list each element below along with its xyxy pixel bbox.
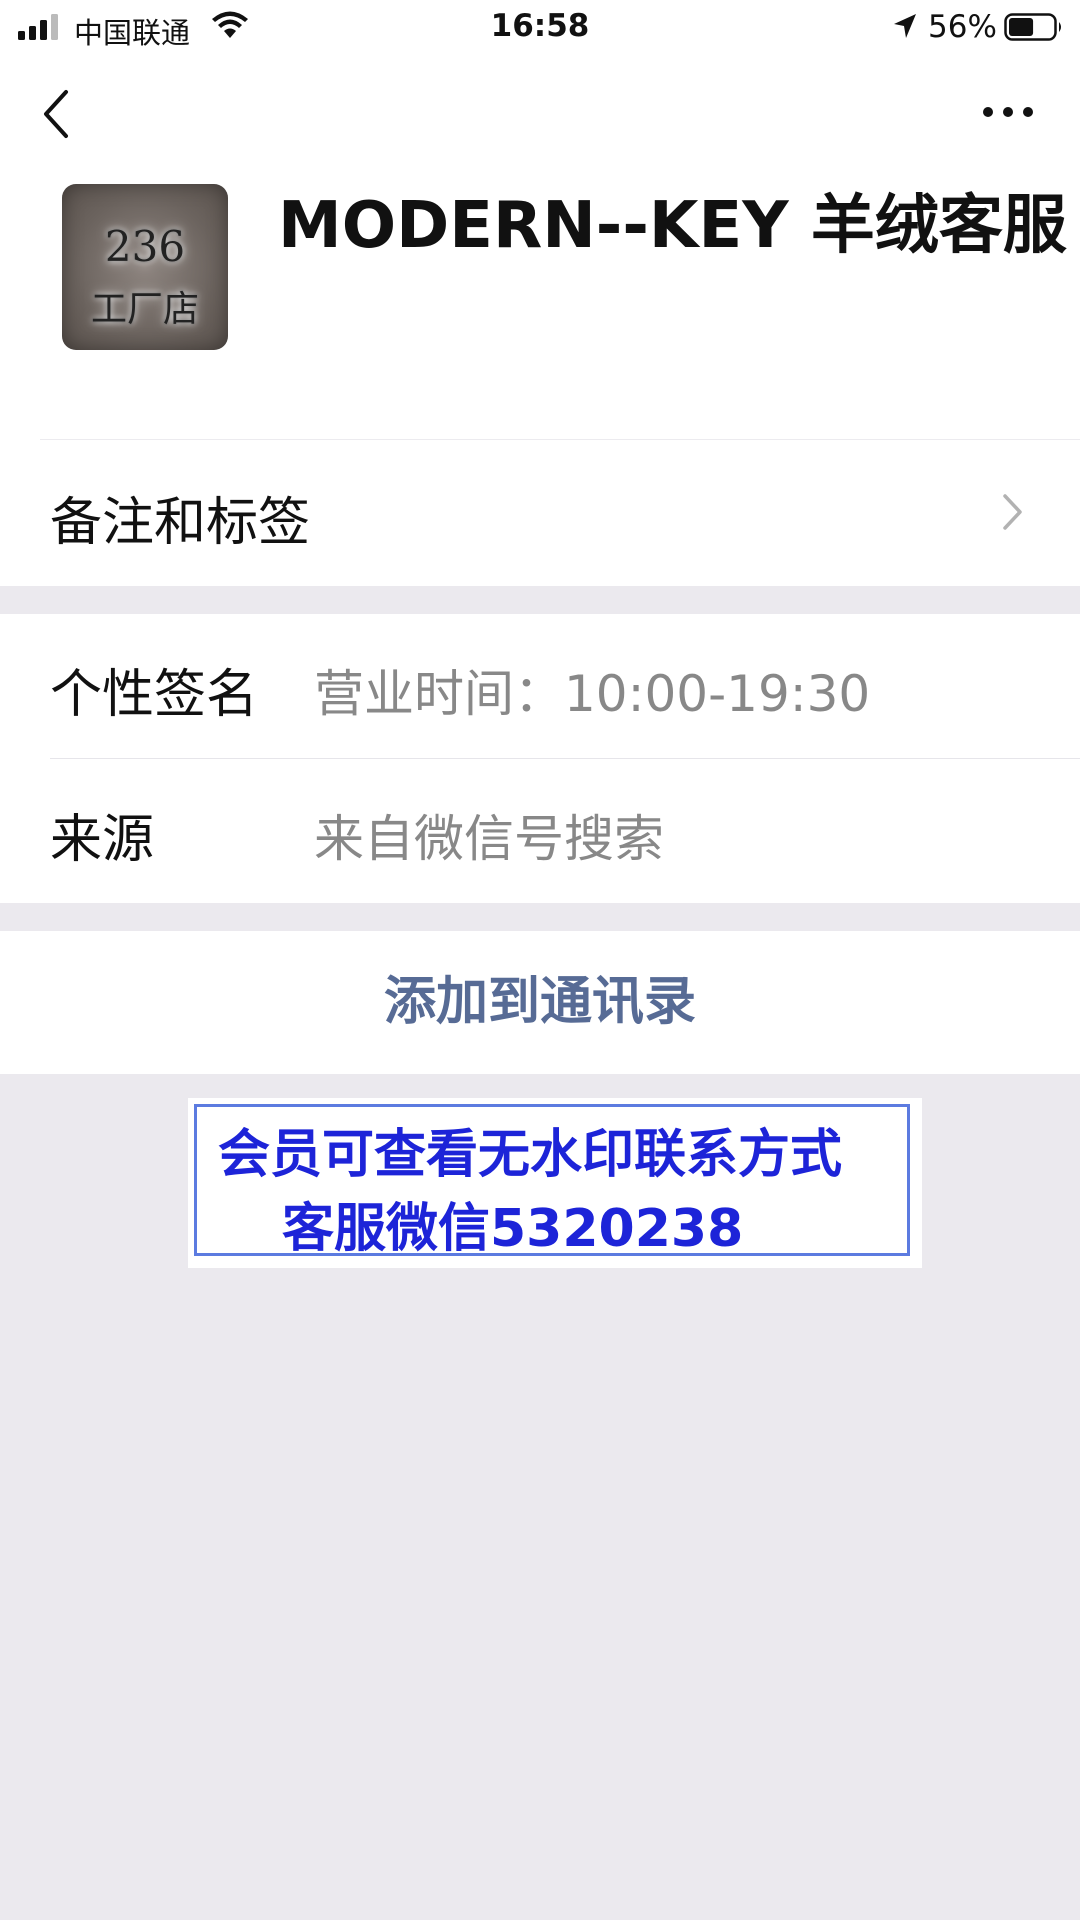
more-dots-icon[interactable] [980, 100, 1036, 124]
battery-icon [1004, 13, 1061, 41]
status-bar: 中国联通 16:58 56% [0, 0, 1080, 56]
source-row: 来源 来自微信号搜索 [0, 759, 1080, 903]
signature-row: 个性签名 营业时间：10:00-19:30 [0, 614, 1080, 759]
avatar-text-number: 236 [104, 222, 186, 271]
add-to-contacts-button[interactable]: 添加到通讯录 [0, 931, 1080, 1074]
chevron-left-icon[interactable] [38, 86, 74, 142]
source-value: 来自微信号搜索 [314, 810, 664, 868]
source-label: 来源 [50, 810, 155, 870]
avatar-text-store: 工厂店 [90, 289, 199, 330]
clock-time: 16:58 [490, 8, 590, 44]
signature-label: 个性签名 [50, 665, 259, 725]
remarks-and-tags-row[interactable]: 备注和标签 [0, 440, 1080, 586]
watermark-banner-line1: 会员可查看无水印联系方式 [218, 1125, 843, 1185]
avatar[interactable]: 236 工厂店 [62, 184, 228, 350]
watermark-banner: 会员可查看无水印联系方式 客服微信5320238 [188, 1098, 922, 1268]
profile-info-section: 个性签名 营业时间：10:00-19:30 来源 来自微信号搜索 [0, 614, 1080, 903]
contact-name: MODERN--KEY 羊绒客服 [278, 189, 1067, 263]
chevron-right-icon [1003, 494, 1022, 530]
remarks-and-tags-label: 备注和标签 [50, 493, 311, 553]
signature-value: 营业时间：10:00-19:30 [314, 665, 871, 723]
action-section: 添加到通讯录 [0, 931, 1080, 1074]
profile-header: 236 工厂店 MODERN--KEY 羊绒客服 备注和标签 [0, 56, 1080, 586]
location-arrow-icon [894, 14, 916, 38]
battery-percentage: 56% [928, 9, 997, 45]
watermark-banner-line2: 客服微信5320238 [282, 1199, 744, 1259]
